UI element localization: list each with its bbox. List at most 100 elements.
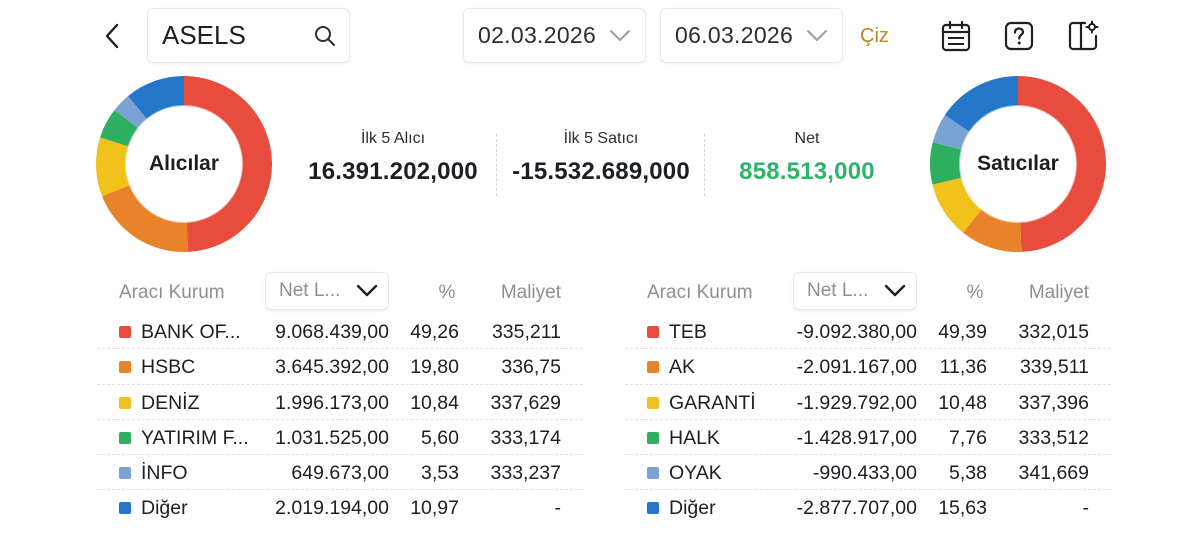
cost-value: 337,629 [490,391,562,414]
buyers-donut-chart: Alıcılar [95,75,273,253]
percent-value: 5,38 [949,462,987,485]
table-row[interactable]: GARANTİ -1.929.792,00 10,48 337,396 [625,385,1111,420]
broker-column-header: Aracı Kurum [647,282,753,303]
broker-name: Diğer [669,497,716,520]
column-select-value: Net L... [279,280,341,301]
broker-name: OYAK [669,462,722,485]
net-summary: Net 858.513,000 [712,130,902,186]
broker-name: TEB [669,321,707,343]
percent-column-header: % [966,282,984,303]
cost-value: 333,174 [490,426,562,449]
table-row[interactable]: YATIRIM F... 1.031.525,00 5,60 333,174 [97,420,583,456]
top5-sellers-label: İlk 5 Satıcı [563,130,639,147]
top5-sellers-value: -15.532.689,000 [512,158,690,185]
top-bar: 02.03.2026 06.03.2026 Çiz [0,0,1200,70]
layout-settings-button[interactable] [1063,16,1103,56]
sellers-donut-label: Satıcılar [977,152,1059,175]
cost-value: - [1082,497,1090,520]
net-lot-column-select[interactable]: Net L... [793,272,917,310]
cost-value: - [554,497,562,520]
table-header: Aracı Kurum Net L... % Maliyet [625,270,1111,314]
back-button[interactable] [96,16,128,56]
net-lot-column-select[interactable]: Net L... [265,272,389,310]
percent-value: 19,80 [410,356,459,379]
percent-value: 7,76 [949,426,987,449]
legend-swatch [647,467,659,480]
percent-value: 11,36 [939,356,987,379]
broker-name: GARANTİ [669,391,756,414]
date-to-select[interactable]: 06.03.2026 [660,8,843,63]
percent-column-header: % [438,282,456,303]
sellers-rows: TEB -9.092.380,00 49,39 332,015 AK -2.091.167… [625,314,1111,526]
net-lot-value: -9.092.380,00 [796,321,917,343]
table-row[interactable]: OYAK -990.433,00 5,38 341,669 [625,455,1111,491]
legend-swatch [119,326,131,338]
summary-divider [704,134,705,196]
top5-buyers-value: 16.391.202,000 [308,158,478,185]
cost-value: 339,511 [1019,356,1089,379]
percent-value: 3,53 [421,462,459,485]
cost-value: 333,512 [1018,426,1090,449]
percent-value: 5,60 [421,426,459,449]
table-row[interactable]: DENİZ 1.996.173,00 10,84 337,629 [97,385,583,420]
table-row[interactable]: AK -2.091.167,00 11,36 339,511 [625,349,1111,385]
search-icon[interactable] [313,24,337,48]
table-row[interactable]: BANK OF... 9.068.439,00 49,26 335,211 [97,314,583,350]
chevron-down-icon [884,284,906,298]
cost-value: 332,015 [1018,321,1090,343]
table-row[interactable]: HSBC 3.645.392,00 19,80 336,75 [97,349,583,385]
table-row[interactable]: TEB -9.092.380,00 49,39 332,015 [625,314,1111,350]
buyers-table: Aracı Kurum Net L... % Maliyet BANK OF..… [97,270,583,526]
draw-button[interactable]: Çiz [860,20,889,52]
buyers-rows: BANK OF... 9.068.439,00 49,26 335,211 HSBC 3.… [97,314,583,526]
broker-name: DENİZ [141,391,200,414]
percent-value: 10,48 [938,391,987,414]
legend-swatch [119,502,131,515]
table-header: Aracı Kurum Net L... % Maliyet [97,270,583,314]
net-lot-value: 1.031.525,00 [275,426,389,449]
search-input[interactable] [162,20,302,51]
broker-column-header: Aracı Kurum [119,282,225,303]
sellers-donut-chart: Satıcılar [929,75,1107,253]
date-from-select[interactable]: 02.03.2026 [463,8,646,63]
top5-buyers-label: İlk 5 Alıcı [360,130,426,147]
chevron-left-icon [105,23,119,49]
sellers-table: Aracı Kurum Net L... % Maliyet TEB -9.092… [625,270,1111,526]
net-lot-value: 2.019.194,00 [275,497,389,520]
broker-name: BANK OF... [141,321,241,343]
cost-value: 341,669 [1018,462,1090,485]
cost-value: 335,211 [491,321,561,343]
broker-name: HALK [669,426,720,449]
net-lot-value: -1.929.792,00 [796,391,917,414]
buyers-donut-label: Alıcılar [148,152,220,175]
broker-name: AK [669,356,696,379]
question-mark-icon [1004,21,1034,51]
legend-swatch [647,361,659,374]
cost-value: 333,237 [490,462,562,485]
column-select-value: Net L... [807,280,869,301]
top5-buyers-summary: İlk 5 Alıcı 16.391.202,000 [300,130,486,186]
percent-value: 49,26 [410,321,459,343]
net-lot-value: 3.645.392,00 [275,356,389,379]
table-row[interactable]: Diğer 2.019.194,00 10,97 - [97,490,583,525]
chevron-down-icon [356,284,378,298]
legend-swatch [647,502,659,515]
legend-swatch [119,431,131,444]
table-row[interactable]: İNFO 649.673,00 3,53 333,237 [97,455,583,491]
net-lot-value: -1.428.917,00 [796,426,917,449]
legend-swatch [647,431,659,444]
layout-gear-icon [1068,20,1099,51]
legend-swatch [119,396,131,409]
table-row[interactable]: HALK -1.428.917,00 7,76 333,512 [625,420,1111,456]
date-to-value: 06.03.2026 [675,22,794,48]
help-button[interactable] [999,16,1039,56]
net-label: Net [794,130,820,147]
broker-name: YATIRIM F... [141,426,249,449]
net-lot-value: 1.996.173,00 [275,391,389,414]
symbol-search[interactable] [147,8,350,63]
net-lot-value: -990.433,00 [812,462,917,485]
chevron-down-icon [609,29,631,43]
table-row[interactable]: Diğer -2.877.707,00 15,63 - [625,490,1111,525]
percent-value: 10,97 [410,497,459,520]
calendar-button[interactable] [936,16,976,56]
